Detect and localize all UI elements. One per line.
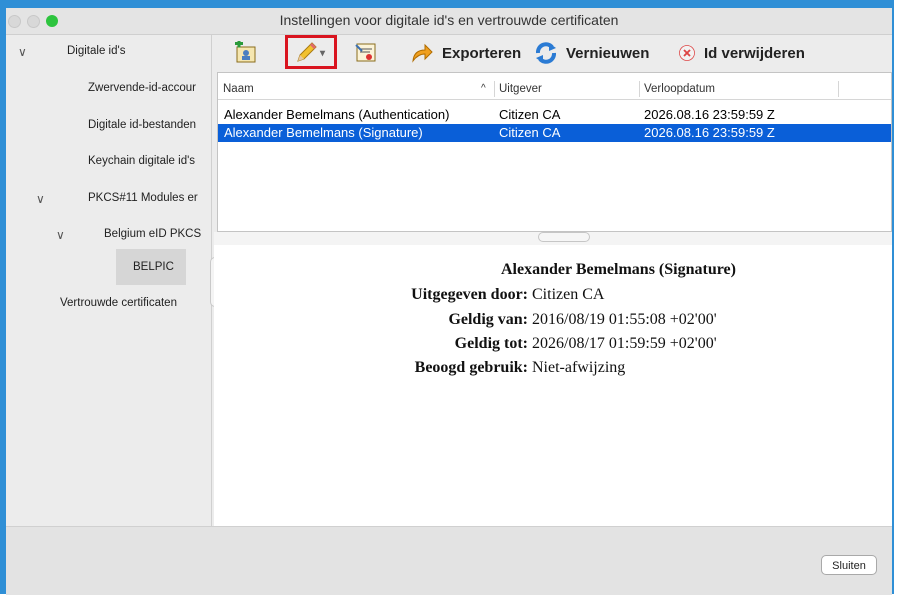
export-button[interactable]: Exporteren <box>410 41 521 65</box>
column-separator[interactable] <box>494 81 495 97</box>
toolbar: ▾ Exporteren Vernieuwen Id verwijderen <box>214 35 892 71</box>
table-row[interactable]: Alexander Bemelmans (Signature) Citizen … <box>218 124 891 142</box>
add-id-icon <box>235 41 256 63</box>
cell-issuer: Citizen CA <box>499 107 561 122</box>
field-value-intended-use: Niet-afwijzing <box>532 359 626 376</box>
field-label-valid-from: Geldig van: <box>448 311 528 328</box>
column-separator[interactable] <box>838 81 839 97</box>
cell-expiry: 2026.08.16 23:59:59 Z <box>644 107 775 122</box>
dialog-footer: Sluiten <box>6 526 892 595</box>
sidebar-item-trusted-certs[interactable]: Vertrouwde certificaten <box>60 297 177 309</box>
sidebar-item-keychain[interactable]: Keychain digitale id's <box>88 155 206 167</box>
sidebar-item-digital-ids[interactable]: Digitale id's <box>67 45 125 57</box>
certificate-button[interactable] <box>354 41 386 65</box>
certificate-title: Alexander Bemelmans (Signature) <box>501 261 736 278</box>
field-label-issued-by: Uitgegeven door: <box>411 286 528 303</box>
splitter-handle[interactable] <box>538 232 590 242</box>
refresh-label: Vernieuwen <box>566 44 650 62</box>
delete-x-icon <box>679 45 695 61</box>
column-separator[interactable] <box>639 81 640 97</box>
sidebar-item-id-files[interactable]: Digitale id-bestanden <box>88 119 206 131</box>
certificate-table: Naam ^ Uitgever Verloopdatum Alexander B… <box>217 72 892 232</box>
add-id-button[interactable] <box>234 41 266 65</box>
chevron-down-icon[interactable]: ∨ <box>18 45 27 59</box>
sidebar-item-pkcs11[interactable]: PKCS#11 Modules er <box>88 192 206 204</box>
sidebar-item-belgium-eid[interactable]: Belgium eID PKCS <box>104 228 206 240</box>
field-value-valid-from: 2016/08/19 01:55:08 +02'00' <box>532 311 717 328</box>
pencil-icon <box>297 42 317 62</box>
column-header-issuer[interactable]: Uitgever <box>499 83 542 95</box>
field-value-issued-by: Citizen CA <box>532 286 605 303</box>
table-header: Naam ^ Uitgever Verloopdatum <box>218 79 891 100</box>
delete-id-button[interactable]: Id verwijderen <box>678 41 805 65</box>
certificate-icon <box>355 43 376 62</box>
edit-button[interactable]: ▾ <box>294 41 325 65</box>
title-bar: Instellingen voor digitale id's en vertr… <box>6 8 892 35</box>
cell-name: Alexander Bemelmans (Signature) <box>224 125 423 140</box>
sidebar: ∨ Digitale id's Zwervende-id-accour Digi… <box>6 35 222 526</box>
refresh-button[interactable]: Vernieuwen <box>534 41 649 65</box>
column-header-expiry[interactable]: Verloopdatum <box>644 83 715 95</box>
cell-name: Alexander Bemelmans (Authentication) <box>224 107 450 122</box>
dropdown-caret-icon: ▾ <box>320 47 326 59</box>
column-header-name[interactable]: Naam <box>223 83 254 95</box>
field-label-intended-use: Beoogd gebruik: <box>414 359 528 376</box>
close-button[interactable]: Sluiten <box>821 555 877 575</box>
chevron-down-icon[interactable]: ∨ <box>56 228 65 242</box>
field-value-valid-to: 2026/08/17 01:59:59 +02'00' <box>532 335 717 352</box>
delete-label: Id verwijderen <box>704 44 805 62</box>
field-label-valid-to: Geldig tot: <box>454 335 528 352</box>
export-label: Exporteren <box>442 44 522 62</box>
sidebar-item-roaming-id[interactable]: Zwervende-id-accour <box>88 82 206 94</box>
sort-indicator-icon[interactable]: ^ <box>481 83 486 94</box>
cell-expiry: 2026.08.16 23:59:59 Z <box>644 125 775 140</box>
window-title: Instellingen voor digitale id's en vertr… <box>279 12 619 28</box>
export-arrow-icon <box>412 43 433 63</box>
refresh-icon <box>536 42 556 64</box>
cell-issuer: Citizen CA <box>499 125 561 140</box>
certificate-details: Alexander Bemelmans (Signature) Uitgegev… <box>214 245 892 526</box>
chevron-down-icon[interactable]: ∨ <box>36 192 45 206</box>
sidebar-item-belpic[interactable]: BELPIC <box>133 261 174 273</box>
table-row[interactable]: Alexander Bemelmans (Authentication) Cit… <box>218 106 891 124</box>
